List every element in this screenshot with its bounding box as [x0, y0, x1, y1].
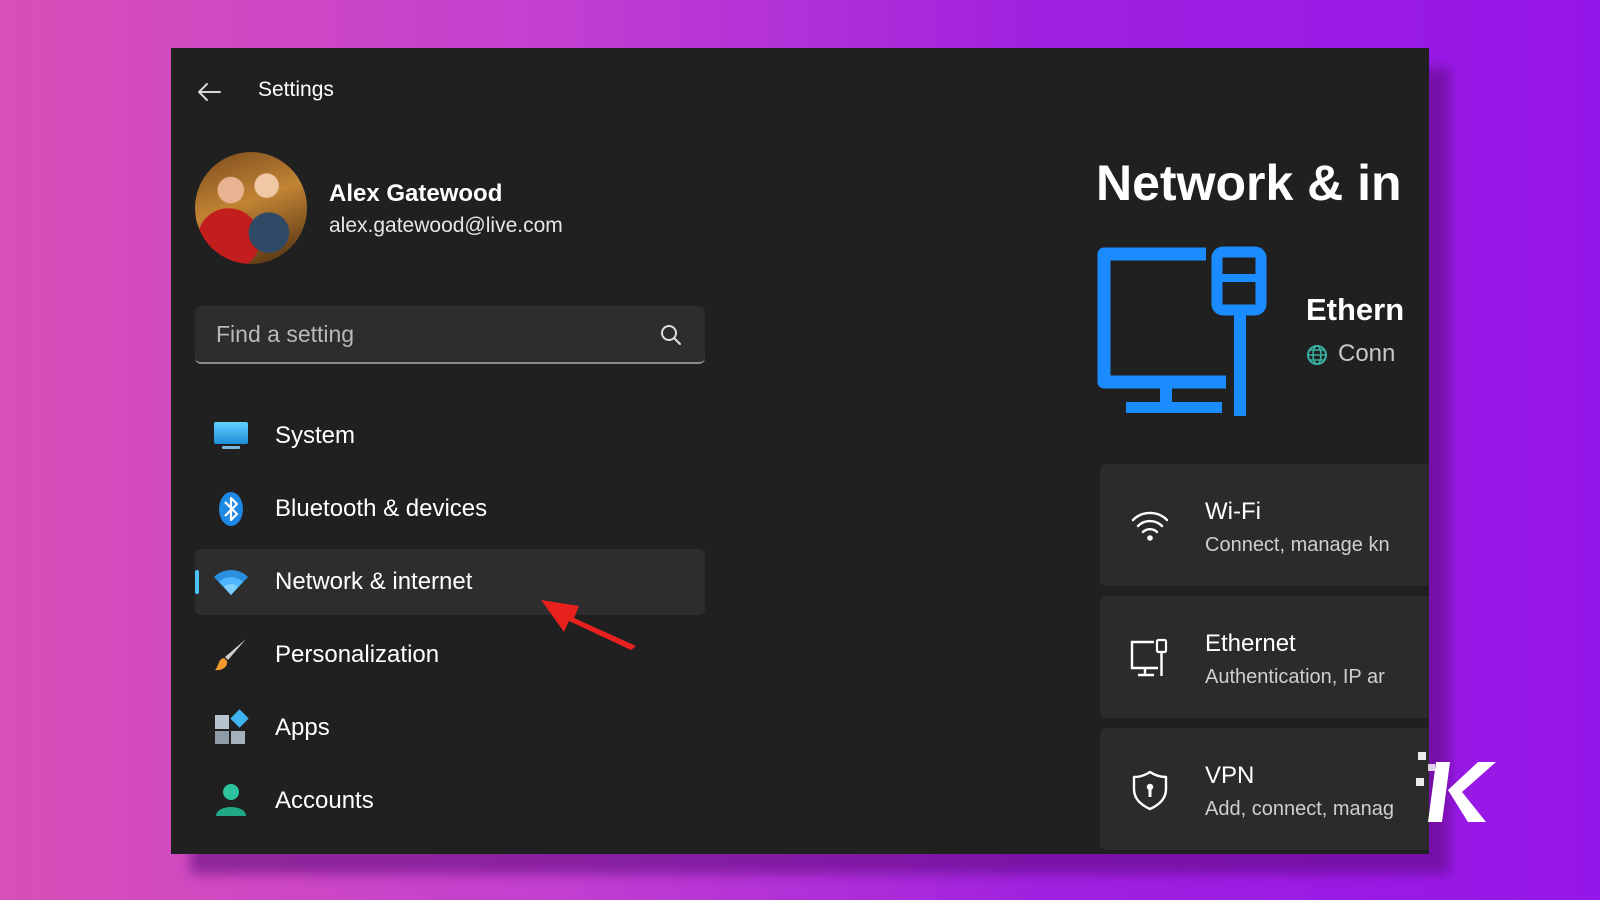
main-content: Network & in Ethern Conn Wi-Fi Connect, …	[1096, 48, 1429, 854]
card-subtitle: Authentication, IP ar	[1205, 666, 1385, 688]
ethernet-card[interactable]: Ethernet Authentication, IP ar	[1100, 596, 1429, 718]
wifi-icon	[214, 569, 248, 595]
user-email: alex.gatewood@live.com	[329, 214, 563, 237]
card-title: VPN	[1205, 762, 1255, 789]
search-box[interactable]	[195, 306, 705, 364]
red-arrow-annotation	[541, 600, 636, 650]
bluetooth-icon	[219, 492, 243, 526]
card-subtitle: Add, connect, manag	[1205, 798, 1395, 820]
sidebar-item-accounts[interactable]: Accounts	[195, 768, 705, 834]
connection-status-text: Conn	[1338, 340, 1396, 367]
sidebar-item-label: Accounts	[275, 787, 374, 814]
knowtechie-logo	[1416, 752, 1496, 822]
wifi-card[interactable]: Wi-Fi Connect, manage kn	[1100, 464, 1429, 586]
wifi-icon	[1131, 511, 1169, 541]
search-icon[interactable]	[659, 323, 683, 347]
sidebar-item-label: Bluetooth & devices	[275, 495, 488, 522]
card-title: Ethernet	[1205, 630, 1296, 657]
avatar[interactable]	[195, 152, 307, 264]
brush-icon	[215, 639, 246, 671]
sidebar-item-label: Apps	[275, 714, 330, 741]
ethernet-hero-icon	[1097, 246, 1267, 416]
card-subtitle: Connect, manage kn	[1205, 534, 1390, 556]
back-button[interactable]	[191, 74, 227, 110]
back-arrow-icon	[198, 83, 221, 101]
sidebar-item-label: System	[275, 422, 356, 449]
apps-icon	[215, 709, 249, 744]
sidebar-item-label: Network & internet	[275, 568, 473, 595]
connection-status: Conn	[1306, 340, 1395, 368]
user-name: Alex Gatewood	[329, 180, 503, 207]
globe-icon	[1307, 344, 1327, 365]
sidebar-item-system[interactable]: System	[195, 403, 705, 469]
vpn-card[interactable]: VPN Add, connect, manag	[1100, 728, 1429, 850]
card-title: Wi-Fi	[1205, 498, 1261, 525]
system-icon	[214, 422, 248, 449]
sidebar-item-bluetooth[interactable]: Bluetooth & devices	[195, 476, 705, 542]
connection-title: Ethern	[1306, 292, 1405, 327]
ethernet-icon	[1130, 638, 1168, 677]
window-title: Settings	[258, 78, 334, 101]
page-title: Network & in	[1096, 155, 1402, 211]
sidebar-item-apps[interactable]: Apps	[195, 695, 705, 761]
selection-indicator	[195, 570, 199, 594]
search-input[interactable]	[195, 306, 656, 362]
sidebar-item-label: Personalization	[275, 641, 440, 668]
person-icon	[216, 784, 246, 816]
shield-icon	[1132, 770, 1168, 811]
settings-window: Settings Alex Gatewood alex.gatewood@liv…	[171, 48, 1429, 854]
